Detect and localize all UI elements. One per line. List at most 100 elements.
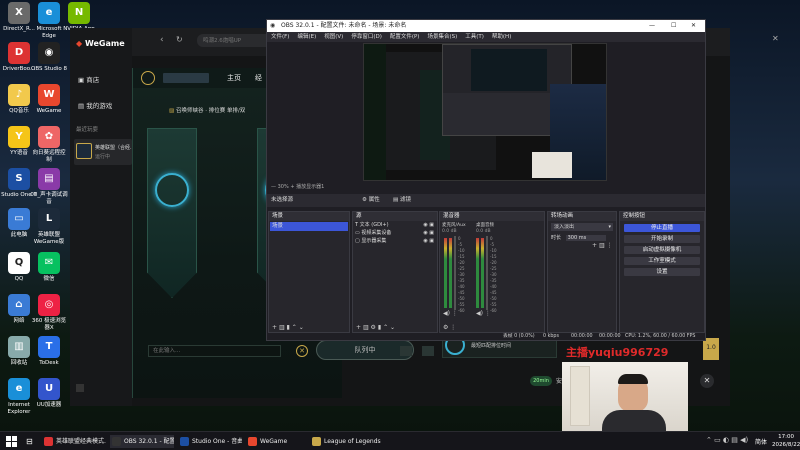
desktop-icon[interactable]: L 英雄联盟WeGame版 (30, 208, 68, 245)
close-icon[interactable]: ✕ (691, 20, 696, 32)
refresh-icon[interactable]: ↻ (176, 35, 183, 44)
clock-date: 2026/8/22 (772, 442, 800, 448)
source-item[interactable]: ▢ 显示器采集 ◉ ▣ (353, 237, 437, 245)
menu-item[interactable]: 视图(V) (324, 34, 343, 40)
more-icon[interactable]: ⋮ (607, 242, 613, 249)
remove-icon[interactable]: ▥ (279, 324, 285, 331)
mixer-settings-icon[interactable]: ⚙ ⋮ (443, 324, 456, 331)
settings-icon[interactable]: ⚙ (371, 324, 376, 331)
minimize-icon[interactable]: — (649, 20, 655, 32)
visibility-icon[interactable]: ◉ ▣ (423, 229, 434, 237)
desktop-icon[interactable]: ✉ 微信 (30, 252, 68, 283)
back-icon[interactable]: ‹ (160, 35, 164, 45)
windows-start-icon[interactable] (6, 436, 17, 447)
duration-row: 时长 300 ms (551, 234, 613, 241)
stop-streaming-button[interactable]: 停止直播 (624, 224, 700, 232)
obs-title: OBS 32.0.1 - 配置文件: 未命名 - 场景: 未命名 (281, 22, 407, 29)
source-item[interactable]: T 文本 (GDI+) ◉ ▣ (353, 221, 437, 229)
close-icon[interactable]: ✕ (772, 34, 779, 43)
menu-item[interactable]: 编辑(E) (297, 34, 316, 40)
source-item[interactable]: ▭ 视频采集设备 ◉ ▣ (353, 229, 437, 237)
preview-nested (471, 49, 547, 91)
zoom-bar[interactable]: — 30% + 播放显示器1 (271, 183, 324, 190)
lol-play-button[interactable] (163, 73, 209, 83)
remove-icon[interactable]: ▥ (363, 324, 369, 331)
taskbar-app[interactable]: WeGame (246, 435, 306, 448)
taskbar-app[interactable]: OBS 32.0.1 - 配置... (110, 435, 174, 448)
sidebar-item-my-games[interactable]: ▤ 我的游戏 (78, 100, 112, 110)
filter-icon[interactable]: ▮ (287, 324, 290, 331)
menu-item[interactable]: 文件(F) (271, 34, 289, 40)
db-scale: 0 -5 -10 -15 -20 -25 -30 -35 -40 -45 -50 -55 -60 (490, 236, 497, 314)
volume-slider[interactable] (486, 236, 488, 310)
clock[interactable]: 17:00 2026/8/22 (772, 433, 800, 449)
ime-indicator[interactable]: 简体 (755, 437, 767, 446)
down-icon[interactable]: ⌄ (390, 324, 395, 331)
audio-meter (444, 238, 447, 308)
menu-item[interactable]: 配置文件(P) (390, 34, 420, 40)
virtual-camera-button[interactable]: 启动虚拟摄像机 (624, 246, 700, 254)
menu-item[interactable]: 帮助(H) (492, 34, 511, 40)
down-icon[interactable]: ⌄ (299, 324, 304, 331)
add-icon[interactable]: + (272, 324, 277, 331)
scene-item[interactable]: 场景 (270, 222, 348, 231)
audio-meter (481, 238, 484, 308)
visibility-icon[interactable]: ◉ ▣ (423, 237, 434, 245)
mute-icon[interactable]: ◀) ⋮ (476, 310, 491, 317)
desktop-icon[interactable]: ▤ 00_声卡调试调音 (30, 168, 68, 205)
cancel-queue-icon[interactable]: ✕ (296, 345, 308, 357)
recent-game-item[interactable]: 英雄联盟（合经... 运行中 (74, 139, 135, 165)
filter-icon[interactable]: ▮ (378, 324, 381, 331)
transition-select[interactable]: 淡入淡出 ▾ (551, 223, 613, 231)
desktop-icon[interactable]: ◎ 360 极速浏览器X (30, 294, 68, 331)
lol-nav-home[interactable]: 主页 (227, 73, 241, 83)
desktop-icon[interactable]: U UU加速器 (30, 378, 68, 409)
mixer-title: 混音器 (440, 212, 544, 221)
zoom-out-icon[interactable]: — (271, 184, 278, 190)
add-icon[interactable]: + (356, 324, 361, 331)
settings-icon[interactable] (76, 384, 84, 392)
sidebar-item-store[interactable]: ▣ 商店 (78, 74, 99, 84)
up-icon[interactable]: ⌃ (383, 324, 388, 331)
chat-icon[interactable] (400, 346, 412, 356)
yy-icon: Y (8, 126, 30, 148)
properties-button[interactable]: ⚙ 属性 (362, 194, 380, 207)
friends-icon[interactable] (422, 346, 434, 356)
obs-menubar: 文件(F) 编辑(E) 视图(V) 停靠窗口(D) 配置文件(P) 场景集合(S) 工具(T… (267, 32, 705, 42)
taskbar-app[interactable]: League of Legends (310, 435, 382, 448)
up-icon[interactable]: ⌃ (292, 324, 297, 331)
add-icon[interactable]: + (592, 242, 597, 249)
chat-input[interactable] (148, 345, 281, 357)
volume-slider[interactable] (454, 236, 456, 310)
filters-button[interactable]: ▤ 滤镜 (393, 194, 411, 207)
menu-item[interactable]: 停靠窗口(D) (351, 34, 382, 40)
visibility-icon[interactable]: ◉ ▣ (423, 221, 434, 229)
close-icon[interactable]: ✕ (700, 374, 714, 388)
duration-input[interactable]: 300 ms (565, 235, 606, 241)
desktop-icon[interactable]: W WeGame (30, 84, 68, 115)
lol-nav-item[interactable]: 经 (255, 73, 262, 83)
maximize-icon[interactable]: ☐ (671, 20, 676, 32)
taskbar-app[interactable]: Studio One - 音曲... (178, 435, 242, 448)
transition-toolbar: + ▥ ⋮ (592, 242, 613, 249)
studio-mode-button[interactable]: 工作室模式 (624, 257, 700, 265)
desktop-icon[interactable]: ✿ 向日葵远程控制 (30, 126, 68, 163)
menu-item[interactable]: 工具(T) (465, 34, 484, 40)
webcam-feed (562, 362, 688, 434)
games-icon: ▤ (78, 102, 87, 110)
desktop-icon[interactable]: ◉ OBS Studio 8 (30, 42, 68, 73)
lol-mode-label: ▨ 召唤师峡谷 · 排位赛 单排/双 (169, 106, 245, 114)
menu-item[interactable]: 场景集合(S) (427, 34, 457, 40)
mute-icon[interactable]: ◀) ⋮ (443, 310, 458, 317)
recent-game-name: 英雄联盟（合经... (95, 145, 135, 151)
remove-icon[interactable]: ▥ (599, 242, 605, 249)
source-toolbar: 未选择源 ⚙ 属性 ▤ 滤镜 (267, 194, 705, 207)
start-recording-button[interactable]: 开始录制 (624, 235, 700, 243)
desktop-icon[interactable]: T ToDesk (30, 336, 68, 367)
taskbar-app[interactable]: 英雄联盟经典模式... (42, 435, 106, 448)
tray-icons[interactable]: ⌃ ▭ ◐ ▤ ◀) (706, 436, 748, 444)
task-view-icon[interactable]: ⊟ (26, 437, 33, 446)
lol-ring (155, 173, 189, 207)
settings-button[interactable]: 设置 (624, 268, 700, 276)
notice-text: 最短匹配排位时间 (471, 343, 512, 349)
